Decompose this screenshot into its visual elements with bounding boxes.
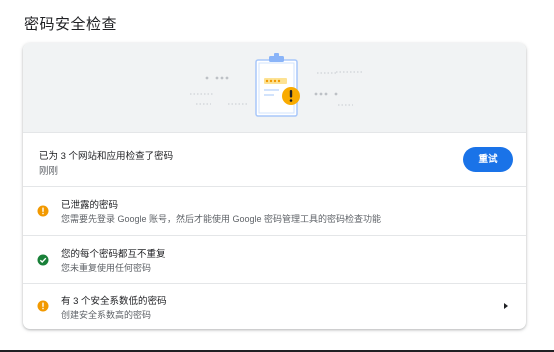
recheck-button[interactable]: 重试 xyxy=(463,147,513,172)
warning-icon xyxy=(37,300,49,312)
item-description: 您需要先登录 Google 账号，然后才能使用 Google 密码管理工具的密码… xyxy=(61,214,382,224)
illustration-banner xyxy=(23,43,526,132)
clipboard-illustration xyxy=(190,53,362,117)
page-title: 密码安全检查 xyxy=(24,16,118,33)
item-description: 创建安全系数高的密码 xyxy=(61,310,152,320)
check-summary: 已为 3 个网站和应用检查了密码 xyxy=(39,151,174,162)
item-title: 您的每个密码都互不重复 xyxy=(61,249,166,260)
item-description: 您未重复使用任何密码 xyxy=(61,263,152,273)
list-item-reused: 您的每个密码都互不重复 您未重复使用任何密码 xyxy=(23,235,526,284)
list-item-weak[interactable]: 有 3 个安全系数低的密码 创建安全系数高的密码 xyxy=(23,283,526,329)
check-timestamp: 刚刚 xyxy=(39,166,59,177)
item-title: 已泄露的密码 xyxy=(61,200,119,211)
item-title: 有 3 个安全系数低的密码 xyxy=(61,296,167,307)
chevron-right-icon[interactable] xyxy=(504,303,508,309)
check-status-row: 已为 3 个网站和应用检查了密码 刚刚 重试 xyxy=(23,132,526,186)
check-circle-icon xyxy=(37,254,49,266)
warning-icon xyxy=(37,205,49,217)
list-item-compromised: 已泄露的密码 您需要先登录 Google 账号，然后才能使用 Google 密码… xyxy=(23,186,526,235)
password-check-card: 已为 3 个网站和应用检查了密码 刚刚 重试 已泄露的密码 您需要先登录 Goo… xyxy=(23,43,526,329)
